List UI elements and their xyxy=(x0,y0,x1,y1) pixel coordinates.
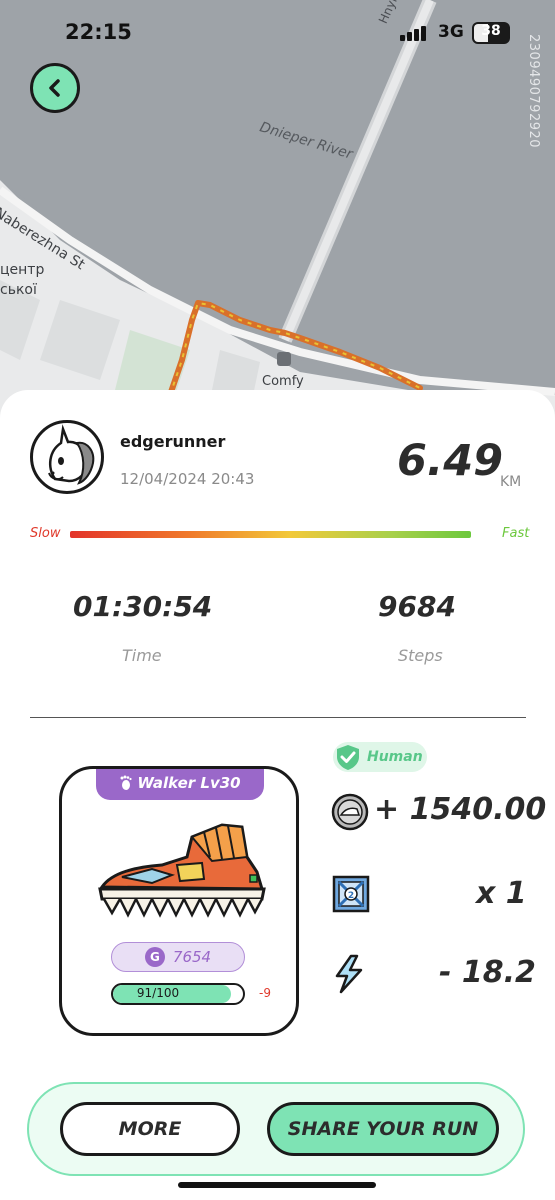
human-verified-badge: Human xyxy=(333,742,427,772)
time-value: 01:30:54 xyxy=(73,590,213,623)
signal-icon xyxy=(400,26,426,41)
svg-text:2: 2 xyxy=(348,891,354,901)
divider xyxy=(30,717,526,718)
steps-label: Steps xyxy=(398,646,443,665)
gst-token-icon xyxy=(331,793,369,831)
battery-level: 38 xyxy=(481,23,501,39)
shield-check-icon xyxy=(337,745,359,770)
gst-balance-pill: G 7654 xyxy=(111,942,245,972)
poi-label: ської xyxy=(0,282,37,298)
run-distance: 6.49 xyxy=(397,436,504,486)
network-type: 3G xyxy=(438,22,464,42)
gst-earned: + 1540.00 xyxy=(374,792,547,827)
map-graphic xyxy=(0,0,555,430)
route-map[interactable]: Dnieper River Naberezhna St центр ської … xyxy=(0,0,555,430)
gst-balance-value: 7654 xyxy=(172,948,212,966)
share-run-button[interactable]: SHARE YOUR RUN xyxy=(267,1102,499,1156)
sneaker-tag-label: Walker Lv30 xyxy=(137,774,241,792)
human-label: Human xyxy=(367,749,423,765)
energy-used: - 18.2 xyxy=(439,955,536,990)
username: edgerunner xyxy=(120,432,226,451)
action-bar: MORE SHARE YOUR RUN xyxy=(27,1082,525,1176)
status-time: 22:15 xyxy=(65,20,132,44)
pace-gradient-bar xyxy=(70,531,471,538)
mystery-box-icon: 2 xyxy=(332,875,370,913)
run-summary-card: edgerunner 12/04/2024 20:43 6.49 KM Slow… xyxy=(0,390,555,1200)
home-indicator[interactable] xyxy=(178,1182,376,1188)
store-label: Comfy xyxy=(262,374,304,389)
footprint-icon xyxy=(120,775,132,790)
time-label: Time xyxy=(122,646,162,665)
avatar[interactable] xyxy=(30,420,104,494)
mystery-box-count: x 1 xyxy=(476,876,527,911)
battery-icon: 38 xyxy=(472,22,510,44)
more-button[interactable]: MORE xyxy=(60,1102,240,1156)
pace-slow-label: Slow xyxy=(30,526,61,541)
durability-change: -9 xyxy=(259,986,271,1000)
sneaker-image xyxy=(98,823,266,918)
unicorn-avatar-icon xyxy=(48,424,95,485)
steps-value: 9684 xyxy=(378,590,456,623)
chevron-left-icon xyxy=(49,79,60,97)
sneaker-type-tag: Walker Lv30 xyxy=(96,769,264,800)
gst-coin-icon: G xyxy=(144,947,165,967)
durability-bar: 91/100 xyxy=(111,983,245,1005)
distance-unit: KM xyxy=(500,474,522,490)
back-button[interactable] xyxy=(30,63,80,113)
status-bar: 22:15 3G 38 xyxy=(0,0,555,64)
durability-text: 91/100 xyxy=(136,986,180,1000)
poi-label: центр xyxy=(0,262,45,278)
energy-bolt-icon xyxy=(335,954,363,994)
pace-fast-label: Fast xyxy=(502,526,530,541)
run-datetime: 12/04/2024 20:43 xyxy=(120,470,255,488)
